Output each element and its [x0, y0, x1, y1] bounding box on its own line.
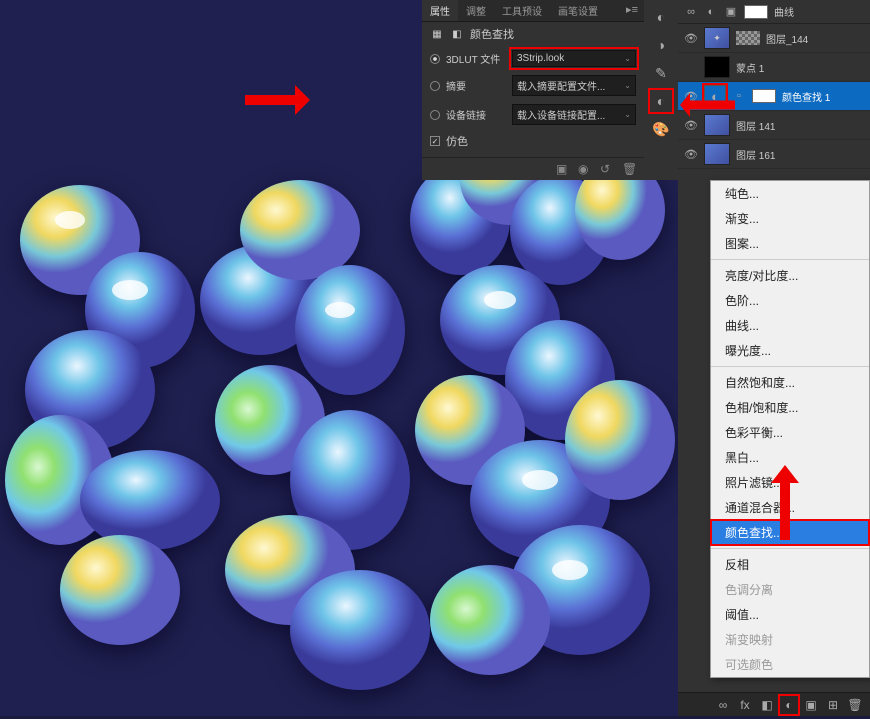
dropdown-abstract[interactable]: 载入摘要配置文件... ⌄ — [512, 75, 636, 96]
annotation-arrow — [680, 90, 740, 120]
circle-half-icon[interactable]: ◐ — [704, 5, 718, 19]
panel-menu-icon[interactable]: ▸≡ — [620, 0, 644, 21]
menu-color-balance[interactable]: 色彩平衡... — [711, 420, 869, 445]
chevron-down-icon: ⌄ — [624, 110, 631, 119]
link-icon[interactable]: ∞ — [716, 698, 730, 712]
properties-header: ▦ ◧ 颜色查找 — [422, 22, 644, 46]
row-abstract: 摘要 载入摘要配置文件... ⌄ — [422, 71, 644, 100]
annotation-arrow — [765, 465, 805, 545]
menu-invert[interactable]: 反相 — [711, 552, 869, 577]
layers-bottom-bar: ∞ fx ◧ ◐ ▣ ⊞ 🗑 — [678, 692, 870, 716]
trash-icon[interactable]: 🗑 — [848, 698, 862, 712]
dropdown-device-value: 载入设备链接配置... — [517, 107, 605, 122]
adjustment-active-icon[interactable]: ◐ — [650, 90, 672, 112]
menu-brightness-contrast[interactable]: 亮度/对比度... — [711, 263, 869, 288]
properties-footer: ▣ ◉ ↺ 🗑 — [422, 157, 644, 180]
link-icon[interactable]: ◉ — [578, 162, 592, 176]
menu-exposure[interactable]: 曝光度... — [711, 338, 869, 363]
dropdown-abstract-value: 载入摘要配置文件... — [517, 78, 605, 93]
panel-tabs: 属性 调整 工具预设 画笔设置 ▸≡ — [422, 0, 644, 22]
label-device: 设备链接 — [446, 107, 506, 122]
trash-icon[interactable]: 🗑 — [622, 162, 636, 176]
grid-icon: ▦ — [430, 27, 444, 41]
layer-row[interactable]: 👁 图层 161 — [678, 140, 870, 169]
palette-icon[interactable]: 🎨 — [650, 118, 672, 140]
brush-icon[interactable]: ✎ — [650, 62, 672, 84]
visibility-icon[interactable]: 👁 — [684, 148, 698, 161]
menu-gradient[interactable]: 渐变... — [711, 206, 869, 231]
properties-panel: 属性 调整 工具预设 画笔设置 ▸≡ ▦ ◧ 颜色查找 3DLUT 文件 3St… — [422, 0, 644, 180]
menu-curves[interactable]: 曲线... — [711, 313, 869, 338]
menu-separator — [711, 366, 869, 367]
layer-name: 颜色查找 1 — [782, 89, 830, 104]
menu-solid-color[interactable]: 纯色... — [711, 181, 869, 206]
label-3dlut: 3DLUT 文件 — [446, 51, 506, 66]
menu-pattern[interactable]: 图案... — [711, 231, 869, 256]
layers-header: ∞ ◐ ▣ 曲线 — [678, 0, 870, 24]
layer-thumb: ✦ — [704, 27, 730, 49]
menu-separator — [711, 259, 869, 260]
chevron-down-icon: ⌄ — [624, 81, 631, 90]
link-icon[interactable]: ∞ — [684, 5, 698, 19]
mask-icon[interactable]: ▣ — [724, 5, 738, 19]
menu-separator — [711, 548, 869, 549]
mask-icon[interactable]: ◧ — [760, 698, 774, 712]
adjustment-context-menu: 纯色... 渐变... 图案... 亮度/对比度... 色阶... 曲线... … — [710, 180, 870, 678]
row-3dlut: 3DLUT 文件 3Strip.look ⌄ — [422, 46, 644, 71]
circle-tool-icon[interactable]: ◑ — [650, 34, 672, 56]
visibility-icon[interactable]: 👁 — [684, 32, 698, 45]
annotation-arrow — [240, 80, 310, 120]
tool-strip: ◐ ◑ ✎ ◐ 🎨 — [644, 0, 678, 180]
adjustment-icon[interactable]: ◐ — [650, 6, 672, 28]
checkbox-dither[interactable] — [430, 136, 440, 146]
layer-thumb — [704, 143, 730, 165]
menu-vibrance[interactable]: 自然饱和度... — [711, 370, 869, 395]
menu-selective-color[interactable]: 可选颜色 — [711, 652, 869, 677]
row-device: 设备链接 载入设备链接配置... ⌄ — [422, 100, 644, 129]
layer-row[interactable]: 👁 ✦ 图层_144 — [678, 24, 870, 53]
adjustment-layer-button[interactable]: ◐ — [782, 698, 796, 712]
row-dither: 仿色 — [422, 129, 644, 153]
menu-gradient-map[interactable]: 渐变映射 — [711, 627, 869, 652]
layer-name: 图层 141 — [736, 118, 775, 133]
tab-brush-settings[interactable]: 画笔设置 — [550, 0, 606, 21]
clip-icon[interactable]: ▣ — [556, 162, 570, 176]
header-layer-name: 曲线 — [774, 4, 794, 19]
tab-tool-presets[interactable]: 工具预设 — [494, 0, 550, 21]
mask-icon: ◧ — [450, 27, 464, 41]
new-layer-icon[interactable]: ⊞ — [826, 698, 840, 712]
properties-title: 颜色查找 — [470, 26, 514, 42]
fx-icon[interactable]: fx — [738, 698, 752, 712]
radio-3dlut[interactable] — [430, 54, 440, 64]
radio-abstract[interactable] — [430, 81, 440, 91]
dropdown-3dlut-value: 3Strip.look — [517, 53, 564, 64]
label-dither: 仿色 — [446, 133, 468, 149]
layer-name: 图层_144 — [766, 31, 808, 46]
label-abstract: 摘要 — [446, 78, 506, 93]
layer-name: 蒙点 1 — [736, 60, 764, 75]
menu-posterize[interactable]: 色调分离 — [711, 577, 869, 602]
mask-thumb — [736, 31, 760, 45]
visibility-icon[interactable]: 👁 — [684, 119, 698, 132]
layer-thumb — [704, 56, 730, 78]
dropdown-device[interactable]: 载入设备链接配置... ⌄ — [512, 104, 636, 125]
mask-thumb — [752, 89, 776, 103]
folder-icon[interactable]: ▣ — [804, 698, 818, 712]
tab-adjustments[interactable]: 调整 — [458, 0, 494, 21]
radio-device[interactable] — [430, 110, 440, 120]
tab-properties[interactable]: 属性 — [422, 0, 458, 21]
menu-threshold[interactable]: 阈值... — [711, 602, 869, 627]
dropdown-3dlut[interactable]: 3Strip.look ⌄ — [512, 50, 636, 67]
layer-row[interactable]: 蒙点 1 — [678, 53, 870, 82]
layer-name: 图层 161 — [736, 147, 775, 162]
menu-hue-saturation[interactable]: 色相/饱和度... — [711, 395, 869, 420]
menu-levels[interactable]: 色阶... — [711, 288, 869, 313]
white-swatch — [744, 5, 768, 19]
reset-icon[interactable]: ↺ — [600, 162, 614, 176]
chevron-down-icon: ⌄ — [624, 54, 631, 63]
